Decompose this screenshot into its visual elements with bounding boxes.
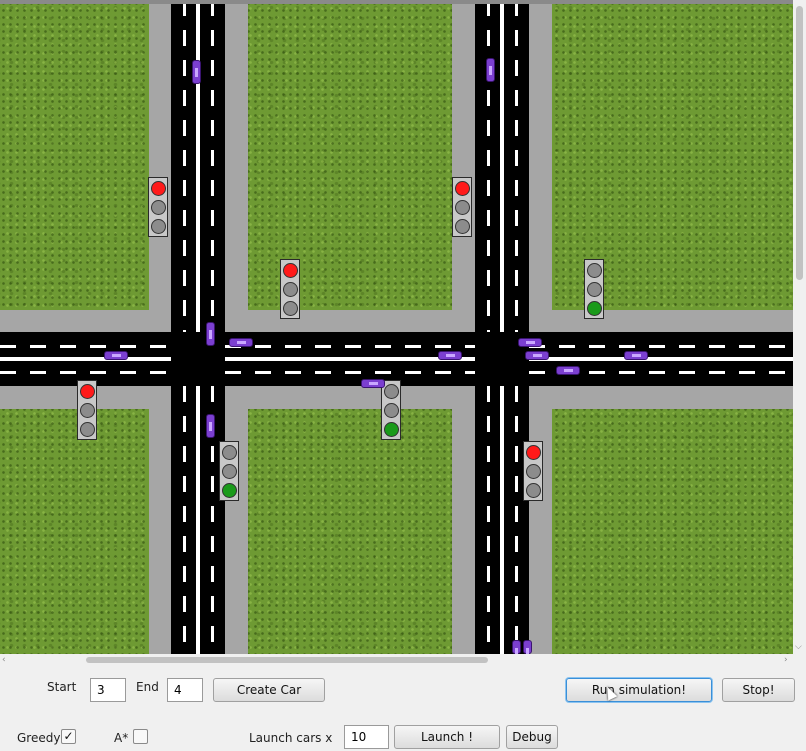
car: [206, 414, 215, 438]
traffic-light-bulb: [587, 301, 602, 316]
traffic-light: [219, 441, 239, 501]
scroll-down-arrow-icon[interactable]: ⌵: [795, 642, 802, 652]
traffic-light-bulb: [151, 219, 166, 234]
lane-center-line: [196, 386, 200, 654]
greedy-checkbox[interactable]: ✓: [61, 729, 76, 744]
astar-checkbox[interactable]: [133, 729, 148, 744]
lane-center-line: [0, 357, 171, 361]
traffic-light-bulb: [526, 464, 541, 479]
start-label: Start: [47, 680, 77, 694]
lane-center-line: [500, 386, 504, 654]
stop-button[interactable]: Stop!: [722, 678, 795, 702]
scroll-right-arrow-icon[interactable]: ›: [784, 655, 788, 665]
car: [525, 351, 549, 360]
car: [523, 640, 532, 654]
car: [104, 351, 128, 360]
traffic-light-bulb: [587, 282, 602, 297]
car: [438, 351, 462, 360]
launch-count-field[interactable]: [344, 725, 389, 749]
traffic-light-bulb: [80, 403, 95, 418]
traffic-light-bulb: [526, 483, 541, 498]
end-label: End: [136, 680, 159, 694]
horizontal-scrollbar[interactable]: ‹ ›: [0, 654, 806, 666]
traffic-light: [381, 380, 401, 440]
lane-marking: [225, 371, 475, 374]
car: [512, 640, 521, 654]
traffic-light-bulb: [587, 263, 602, 278]
car: [486, 58, 495, 82]
traffic-light-bulb: [455, 219, 470, 234]
greedy-label: Greedy: [17, 731, 61, 745]
lane-marking: [529, 345, 793, 348]
car: [556, 366, 580, 375]
lane-marking: [515, 0, 518, 332]
lane-marking: [183, 0, 186, 332]
scroll-left-arrow-icon[interactable]: ‹: [2, 655, 6, 665]
vertical-scrollbar[interactable]: ⌵: [793, 0, 806, 654]
traffic-light: [77, 380, 97, 440]
traffic-light-bulb: [222, 464, 237, 479]
run-simulation-button[interactable]: Run simulation!: [566, 678, 712, 702]
lane-center-line: [529, 357, 793, 361]
car: [518, 338, 542, 347]
traffic-light-bulb: [526, 445, 541, 460]
launch-button[interactable]: Launch !: [394, 725, 500, 749]
traffic-light: [452, 177, 472, 237]
end-field[interactable]: [167, 678, 203, 702]
traffic-light: [523, 441, 543, 501]
traffic-light-bulb: [222, 445, 237, 460]
lane-center-line: [196, 0, 200, 332]
traffic-light: [584, 259, 604, 319]
traffic-light-bulb: [455, 181, 470, 196]
traffic-light: [148, 177, 168, 237]
lane-marking: [487, 0, 490, 332]
horizontal-scroll-thumb[interactable]: [86, 657, 488, 663]
simulation-view[interactable]: [0, 0, 793, 654]
lane-marking: [487, 386, 490, 654]
vertical-scroll-thumb[interactable]: [796, 6, 803, 280]
traffic-light-bulb: [151, 200, 166, 215]
traffic-light-bulb: [151, 181, 166, 196]
start-field[interactable]: [90, 678, 126, 702]
launch-cars-label: Launch cars x: [249, 731, 333, 745]
create-car-button[interactable]: Create Car: [213, 678, 325, 702]
astar-label: A*: [114, 731, 129, 745]
traffic-light-bulb: [222, 483, 237, 498]
car: [206, 322, 215, 346]
lane-marking: [183, 386, 186, 654]
car: [229, 338, 253, 347]
lane-marking: [0, 345, 171, 348]
title-bar-edge: [0, 0, 806, 4]
lane-center-line: [500, 0, 504, 332]
traffic-light: [280, 259, 300, 319]
traffic-light-bulb: [283, 282, 298, 297]
traffic-light-bulb: [283, 263, 298, 278]
traffic-light-bulb: [384, 384, 399, 399]
lane-marking: [0, 371, 171, 374]
lane-marking: [225, 345, 475, 348]
car: [361, 379, 385, 388]
traffic-light-bulb: [283, 301, 298, 316]
car: [192, 60, 201, 84]
car: [624, 351, 648, 360]
debug-button[interactable]: Debug: [506, 725, 558, 749]
traffic-light-bulb: [384, 403, 399, 418]
traffic-light-bulb: [384, 422, 399, 437]
lane-marking: [515, 386, 518, 654]
traffic-light-bulb: [80, 422, 95, 437]
traffic-light-bulb: [80, 384, 95, 399]
traffic-light-bulb: [455, 200, 470, 215]
lane-marking: [211, 0, 214, 332]
